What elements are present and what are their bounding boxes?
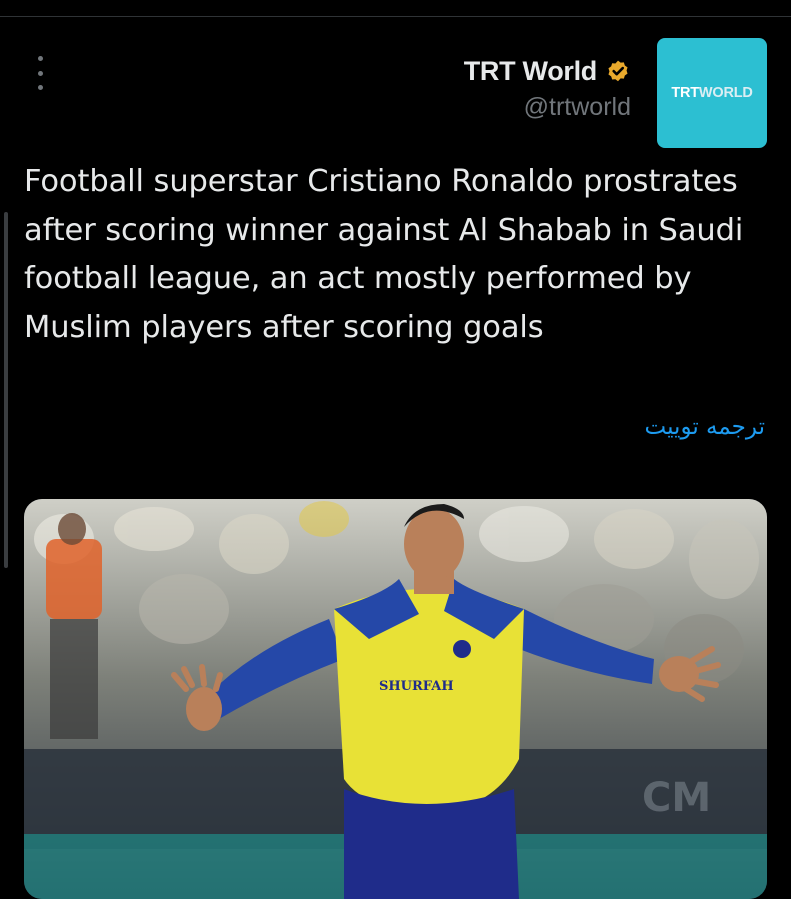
more-options-icon[interactable] <box>28 56 52 90</box>
tweet-author[interactable]: TRT World @trtworld <box>464 56 631 122</box>
verified-badge-icon <box>608 60 628 81</box>
scroll-indicator[interactable] <box>4 212 8 568</box>
svg-text:CM: CM <box>642 775 711 821</box>
avatar-logo: TRTWORLD <box>671 85 753 101</box>
author-avatar[interactable]: TRTWORLD <box>657 38 767 148</box>
svg-text:SHURFAH: SHURFAH <box>379 679 454 694</box>
translate-tweet-link[interactable]: ترجمه توییت <box>645 414 765 440</box>
author-name[interactable]: TRT World <box>464 56 598 87</box>
football-player-photo: CM SHURFAH <box>24 499 767 899</box>
top-divider <box>0 16 791 17</box>
author-handle[interactable]: @trtworld <box>464 93 631 122</box>
tweet-media-image[interactable]: CM SHURFAH <box>24 499 767 899</box>
tweet-text: Football superstar Cristiano Ronaldo pro… <box>24 164 744 345</box>
